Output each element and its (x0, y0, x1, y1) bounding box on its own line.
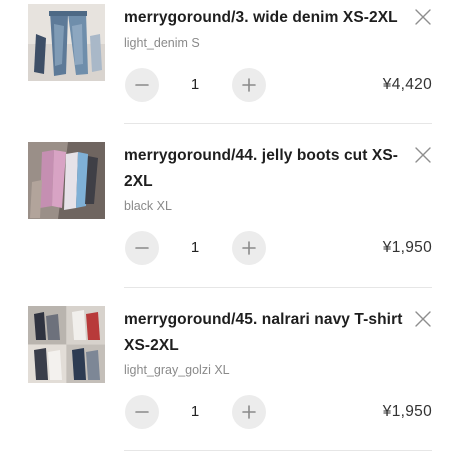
product-variant: light_gray_golzi XL (124, 363, 230, 377)
product-variant: light_denim S (124, 36, 200, 50)
item-price: ¥1,950 (382, 239, 432, 256)
minus-icon (135, 84, 149, 86)
increase-quantity-button[interactable] (232, 231, 266, 265)
close-icon (415, 9, 431, 25)
plus-icon (242, 405, 256, 419)
cart-item: merrygoround/45. nalrari navy T-shirt XS… (0, 288, 460, 452)
remove-item-button[interactable] (414, 310, 432, 328)
minus-icon (135, 247, 149, 249)
quantity-value: 1 (190, 239, 200, 256)
decrease-quantity-button[interactable] (125, 68, 159, 102)
increase-quantity-button[interactable] (232, 68, 266, 102)
quantity-value: 1 (190, 76, 200, 93)
tshirt-collage-photo (28, 306, 105, 383)
product-thumbnail[interactable] (28, 4, 105, 81)
close-icon (415, 147, 431, 163)
decrease-quantity-button[interactable] (125, 395, 159, 429)
product-name[interactable]: merrygoround/3. wide denim XS-2XL (124, 5, 404, 31)
product-name-line: merrygoround/45. nalrari navy T-shirt (124, 311, 403, 328)
cart-item: merrygoround/44. jelly boots cut XS- 2XL… (0, 124, 460, 288)
denim-pants-photo (28, 4, 105, 81)
increase-quantity-button[interactable] (232, 395, 266, 429)
remove-item-button[interactable] (414, 146, 432, 164)
decrease-quantity-button[interactable] (125, 231, 159, 265)
plus-icon (242, 241, 256, 255)
product-name[interactable]: merrygoround/44. jelly boots cut XS- 2XL (124, 143, 404, 195)
item-price: ¥4,420 (382, 76, 432, 93)
product-name-line: merrygoround/44. jelly boots cut XS- (124, 147, 399, 164)
remove-item-button[interactable] (414, 8, 432, 26)
product-thumbnail[interactable] (28, 142, 105, 219)
jelly-pants-photo (28, 142, 105, 219)
product-thumbnail[interactable] (28, 306, 105, 383)
cart-item: merrygoround/3. wide denim XS-2XL light_… (0, 0, 460, 124)
close-icon (415, 311, 431, 327)
plus-icon (242, 78, 256, 92)
minus-icon (135, 411, 149, 413)
product-name-line: XS-2XL (124, 337, 179, 354)
product-variant: black XL (124, 199, 172, 213)
quantity-value: 1 (190, 403, 200, 420)
product-name[interactable]: merrygoround/45. nalrari navy T-shirt XS… (124, 307, 404, 359)
item-divider (124, 450, 432, 451)
item-price: ¥1,950 (382, 403, 432, 420)
product-name-line: 2XL (124, 173, 153, 190)
